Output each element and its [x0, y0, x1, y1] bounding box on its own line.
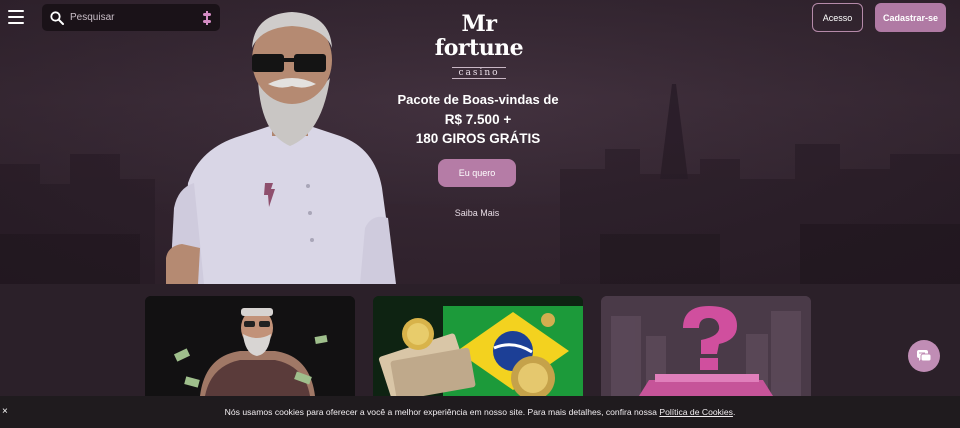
card-image-brazil-money — [373, 296, 583, 396]
chat-icon[interactable] — [908, 340, 940, 372]
filter-icon[interactable] — [202, 10, 212, 25]
signup-button[interactable]: Cadastrar-se — [875, 3, 946, 32]
cookie-close-icon[interactable]: × — [2, 406, 8, 417]
site-logo[interactable]: Mr fortune casino — [420, 12, 538, 79]
menu-bar — [8, 10, 24, 12]
card-image-mystery-box — [601, 296, 811, 396]
cookie-message: Nós usamos cookies para oferecer a você … — [225, 407, 736, 417]
cookie-suffix: . — [732, 407, 736, 417]
promo-headline: Pacote de Boas-vindas de — [397, 92, 559, 107]
logo-sub: casino — [452, 67, 506, 79]
chat-bubble-icon — [917, 350, 932, 362]
logo-brand: Mr fortune — [434, 11, 524, 61]
promo-card-mystery[interactable] — [601, 296, 811, 396]
login-button[interactable]: Acesso — [812, 3, 863, 32]
claim-bonus-button[interactable]: Eu quero — [438, 159, 516, 187]
cookie-policy-link[interactable]: Política de Cookies — [659, 407, 733, 417]
promo-amount: R$ 7.500 + — [444, 112, 512, 127]
menu-bar — [8, 22, 24, 24]
cookie-text: Nós usamos cookies para oferecer a você … — [224, 407, 657, 417]
hamburger-menu-icon[interactable] — [8, 10, 24, 24]
promo-card-cashback[interactable] — [145, 296, 355, 396]
search-icon — [50, 10, 64, 25]
learn-more-link[interactable]: Saiba Mais — [440, 208, 514, 218]
search-input[interactable] — [70, 12, 202, 23]
menu-bar — [8, 16, 24, 18]
promo-card-brazil[interactable] — [373, 296, 583, 396]
promo-free-spins: 180 GIROS GRÁTIS — [415, 131, 541, 146]
cookie-consent-bar: × Nós usamos cookies para oferecer a voc… — [0, 396, 960, 428]
search-bar — [42, 4, 220, 31]
card-image-man-money — [145, 296, 355, 396]
hero-man-illustration — [166, 12, 396, 284]
promo-block: Pacote de Boas-vindas de R$ 7.500 + 180 … — [380, 90, 576, 148]
